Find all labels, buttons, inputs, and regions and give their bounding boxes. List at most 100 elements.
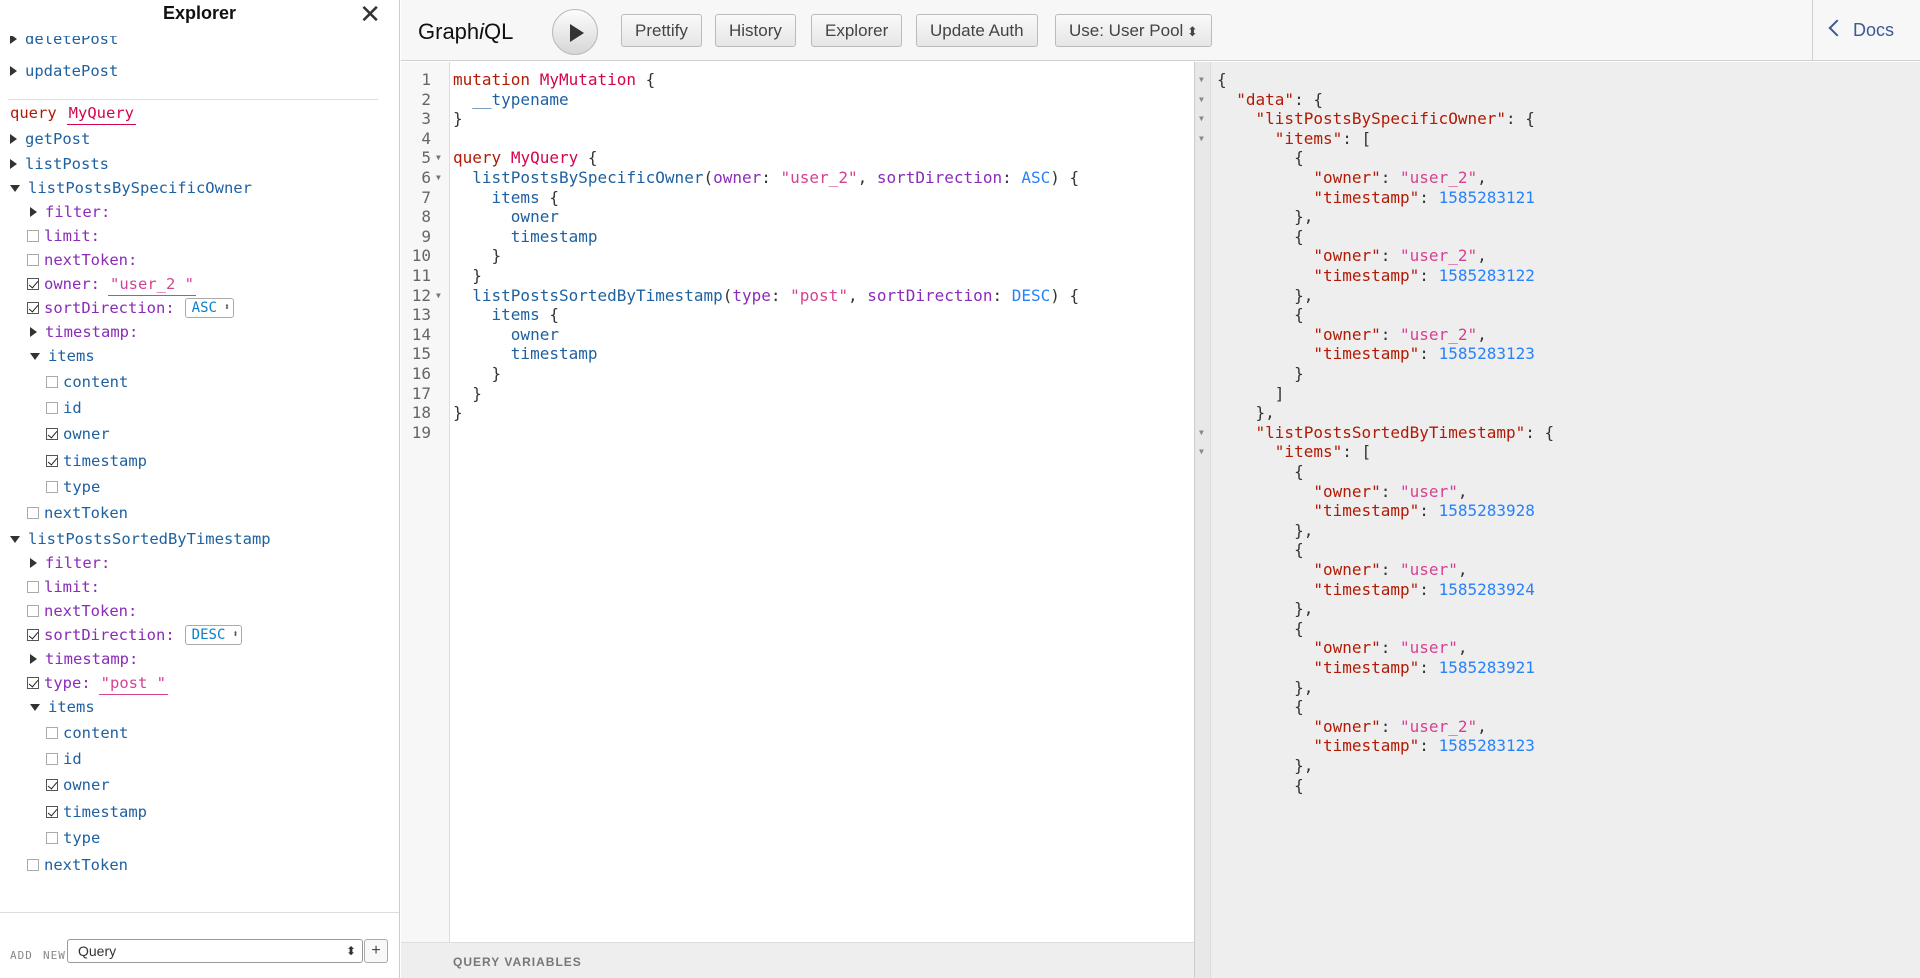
code-token: "post" bbox=[790, 285, 848, 305]
json-token: "user_2" bbox=[1400, 324, 1478, 344]
field-type[interactable]: type bbox=[46, 827, 100, 849]
explorer-button[interactable]: Explorer bbox=[811, 14, 903, 47]
checkbox-checked[interactable] bbox=[46, 428, 58, 440]
tree-item-getpost[interactable]: getPost bbox=[10, 128, 90, 150]
field-timestamp[interactable]: timestamp bbox=[46, 801, 147, 823]
docs-button[interactable]: Docs bbox=[1812, 0, 1920, 61]
code-text: } bbox=[453, 401, 463, 425]
arg-limit[interactable]: limit: bbox=[27, 225, 100, 247]
checkbox[interactable] bbox=[46, 376, 58, 388]
field-type[interactable]: type bbox=[46, 476, 100, 498]
field-id[interactable]: id bbox=[46, 748, 82, 770]
arg-filter[interactable]: filter: bbox=[30, 552, 110, 574]
fold-arrow-icon[interactable]: ▼ bbox=[436, 166, 441, 190]
run-button[interactable] bbox=[552, 9, 598, 55]
arg-type[interactable]: type: "post " bbox=[27, 672, 168, 695]
arg-owner[interactable]: owner: "user_2 " bbox=[27, 273, 196, 296]
checkbox[interactable] bbox=[46, 481, 58, 493]
field-nexttoken[interactable]: nextToken bbox=[27, 502, 128, 524]
add-operation-button[interactable]: + bbox=[364, 939, 388, 963]
checkbox[interactable] bbox=[27, 605, 39, 617]
arg-timestamp[interactable]: timestamp: bbox=[30, 648, 138, 670]
arg-nexttoken[interactable]: nextToken: bbox=[27, 600, 137, 622]
json-token: "user_2" bbox=[1400, 246, 1478, 266]
fold-arrow-icon[interactable]: ▼ bbox=[436, 284, 441, 308]
query-variables-bar[interactable]: QUERY VARIABLES bbox=[401, 942, 1194, 978]
checkbox-checked[interactable] bbox=[46, 806, 58, 818]
checkbox-checked[interactable] bbox=[27, 629, 39, 641]
json-token: : bbox=[1380, 168, 1401, 187]
history-button[interactable]: History bbox=[715, 14, 796, 47]
field-owner[interactable]: owner bbox=[46, 774, 110, 796]
query-name-input[interactable]: MyQuery bbox=[66, 102, 136, 125]
type-value-input[interactable]: "post " bbox=[98, 672, 168, 695]
owner-value-input[interactable]: "user_2 " bbox=[108, 273, 196, 296]
sort-direction-select[interactable]: ASC bbox=[184, 298, 234, 318]
checkbox-checked[interactable] bbox=[27, 302, 39, 314]
arg-filter[interactable]: filter: bbox=[30, 201, 110, 223]
field-nexttoken[interactable]: nextToken bbox=[27, 854, 128, 876]
json-token: : bbox=[1419, 266, 1439, 285]
arg-sortdirection[interactable]: sortDirection: ASC bbox=[27, 297, 234, 319]
add-label: ADD bbox=[10, 949, 33, 962]
checkbox[interactable] bbox=[46, 753, 58, 765]
tree-item-updatepost[interactable]: updatePost bbox=[10, 60, 118, 82]
arg-timestamp[interactable]: timestamp: bbox=[30, 321, 138, 343]
field-items[interactable]: items bbox=[30, 696, 95, 718]
arg-sortdirection[interactable]: sortDirection: DESC bbox=[27, 624, 243, 646]
field-timestamp[interactable]: timestamp bbox=[46, 450, 147, 472]
arg-nexttoken[interactable]: nextToken: bbox=[27, 249, 137, 271]
graphiql-logo: GraphiQL bbox=[418, 19, 514, 44]
field-owner[interactable]: owner bbox=[46, 423, 110, 445]
checkbox-checked[interactable] bbox=[46, 455, 58, 467]
code-token: owner bbox=[713, 168, 762, 187]
fold-arrow-icon[interactable]: ▼ bbox=[1199, 127, 1204, 151]
checkbox-checked[interactable] bbox=[27, 677, 39, 689]
field-items[interactable]: items bbox=[30, 345, 95, 367]
checkbox[interactable] bbox=[27, 859, 39, 871]
explorer-tree: deletePost updatePost query MyQuery getP… bbox=[0, 36, 399, 906]
update-auth-button[interactable]: Update Auth bbox=[916, 14, 1038, 47]
tree-item-deletepost[interactable]: deletePost bbox=[10, 36, 118, 50]
close-icon[interactable]: ✕ bbox=[359, 1, 381, 27]
tree-item-listpostssortedbytimestamp[interactable]: listPostsSortedByTimestamp bbox=[10, 528, 271, 550]
json-token: "timestamp" bbox=[1313, 579, 1420, 599]
checkbox[interactable] bbox=[46, 832, 58, 844]
json-token: { bbox=[1294, 540, 1304, 560]
tree-item-listpostsbyspecificowner[interactable]: listPostsBySpecificOwner bbox=[10, 177, 252, 199]
tree-item-listposts[interactable]: listPosts bbox=[10, 153, 109, 175]
checkbox-checked[interactable] bbox=[46, 779, 58, 791]
arg-limit[interactable]: limit: bbox=[27, 576, 100, 598]
code-token: timestamp bbox=[510, 344, 598, 364]
checkbox[interactable] bbox=[27, 581, 39, 593]
code-token: { bbox=[539, 187, 559, 207]
checkbox[interactable] bbox=[27, 507, 39, 519]
code-token: DESC bbox=[1011, 285, 1051, 305]
checkbox-checked[interactable] bbox=[27, 278, 39, 290]
checkbox[interactable] bbox=[46, 402, 58, 414]
field-content[interactable]: content bbox=[46, 371, 128, 393]
sort-direction-select[interactable]: DESC bbox=[184, 625, 243, 645]
code-token: ) { bbox=[1050, 168, 1080, 187]
fold-arrow-icon[interactable]: ▼ bbox=[1199, 440, 1204, 464]
checkbox[interactable] bbox=[27, 230, 39, 242]
field-id[interactable]: id bbox=[46, 397, 82, 419]
checkbox[interactable] bbox=[46, 727, 58, 739]
field-content[interactable]: content bbox=[46, 722, 128, 744]
json-token: }, bbox=[1294, 285, 1314, 305]
prettify-button[interactable]: Prettify bbox=[621, 14, 702, 47]
json-token: : { bbox=[1505, 109, 1535, 129]
line-number: 19 bbox=[411, 422, 431, 442]
auth-mode-select[interactable]: Use: User Pool bbox=[1055, 14, 1212, 47]
query-editor[interactable]: 1 mutation MyMutation {2 __typename 3} 4 5 ▼ q… bbox=[401, 62, 1194, 942]
code-token: __typename bbox=[472, 89, 569, 109]
code-token: timestamp bbox=[510, 226, 598, 246]
explorer-panel: Explorer ✕ deletePost updatePost query M… bbox=[0, 0, 400, 978]
checkbox[interactable] bbox=[27, 254, 39, 266]
expand-arrow-icon bbox=[30, 327, 37, 337]
expand-arrow-icon bbox=[10, 134, 17, 144]
operation-type-select[interactable]: Query bbox=[67, 939, 363, 963]
